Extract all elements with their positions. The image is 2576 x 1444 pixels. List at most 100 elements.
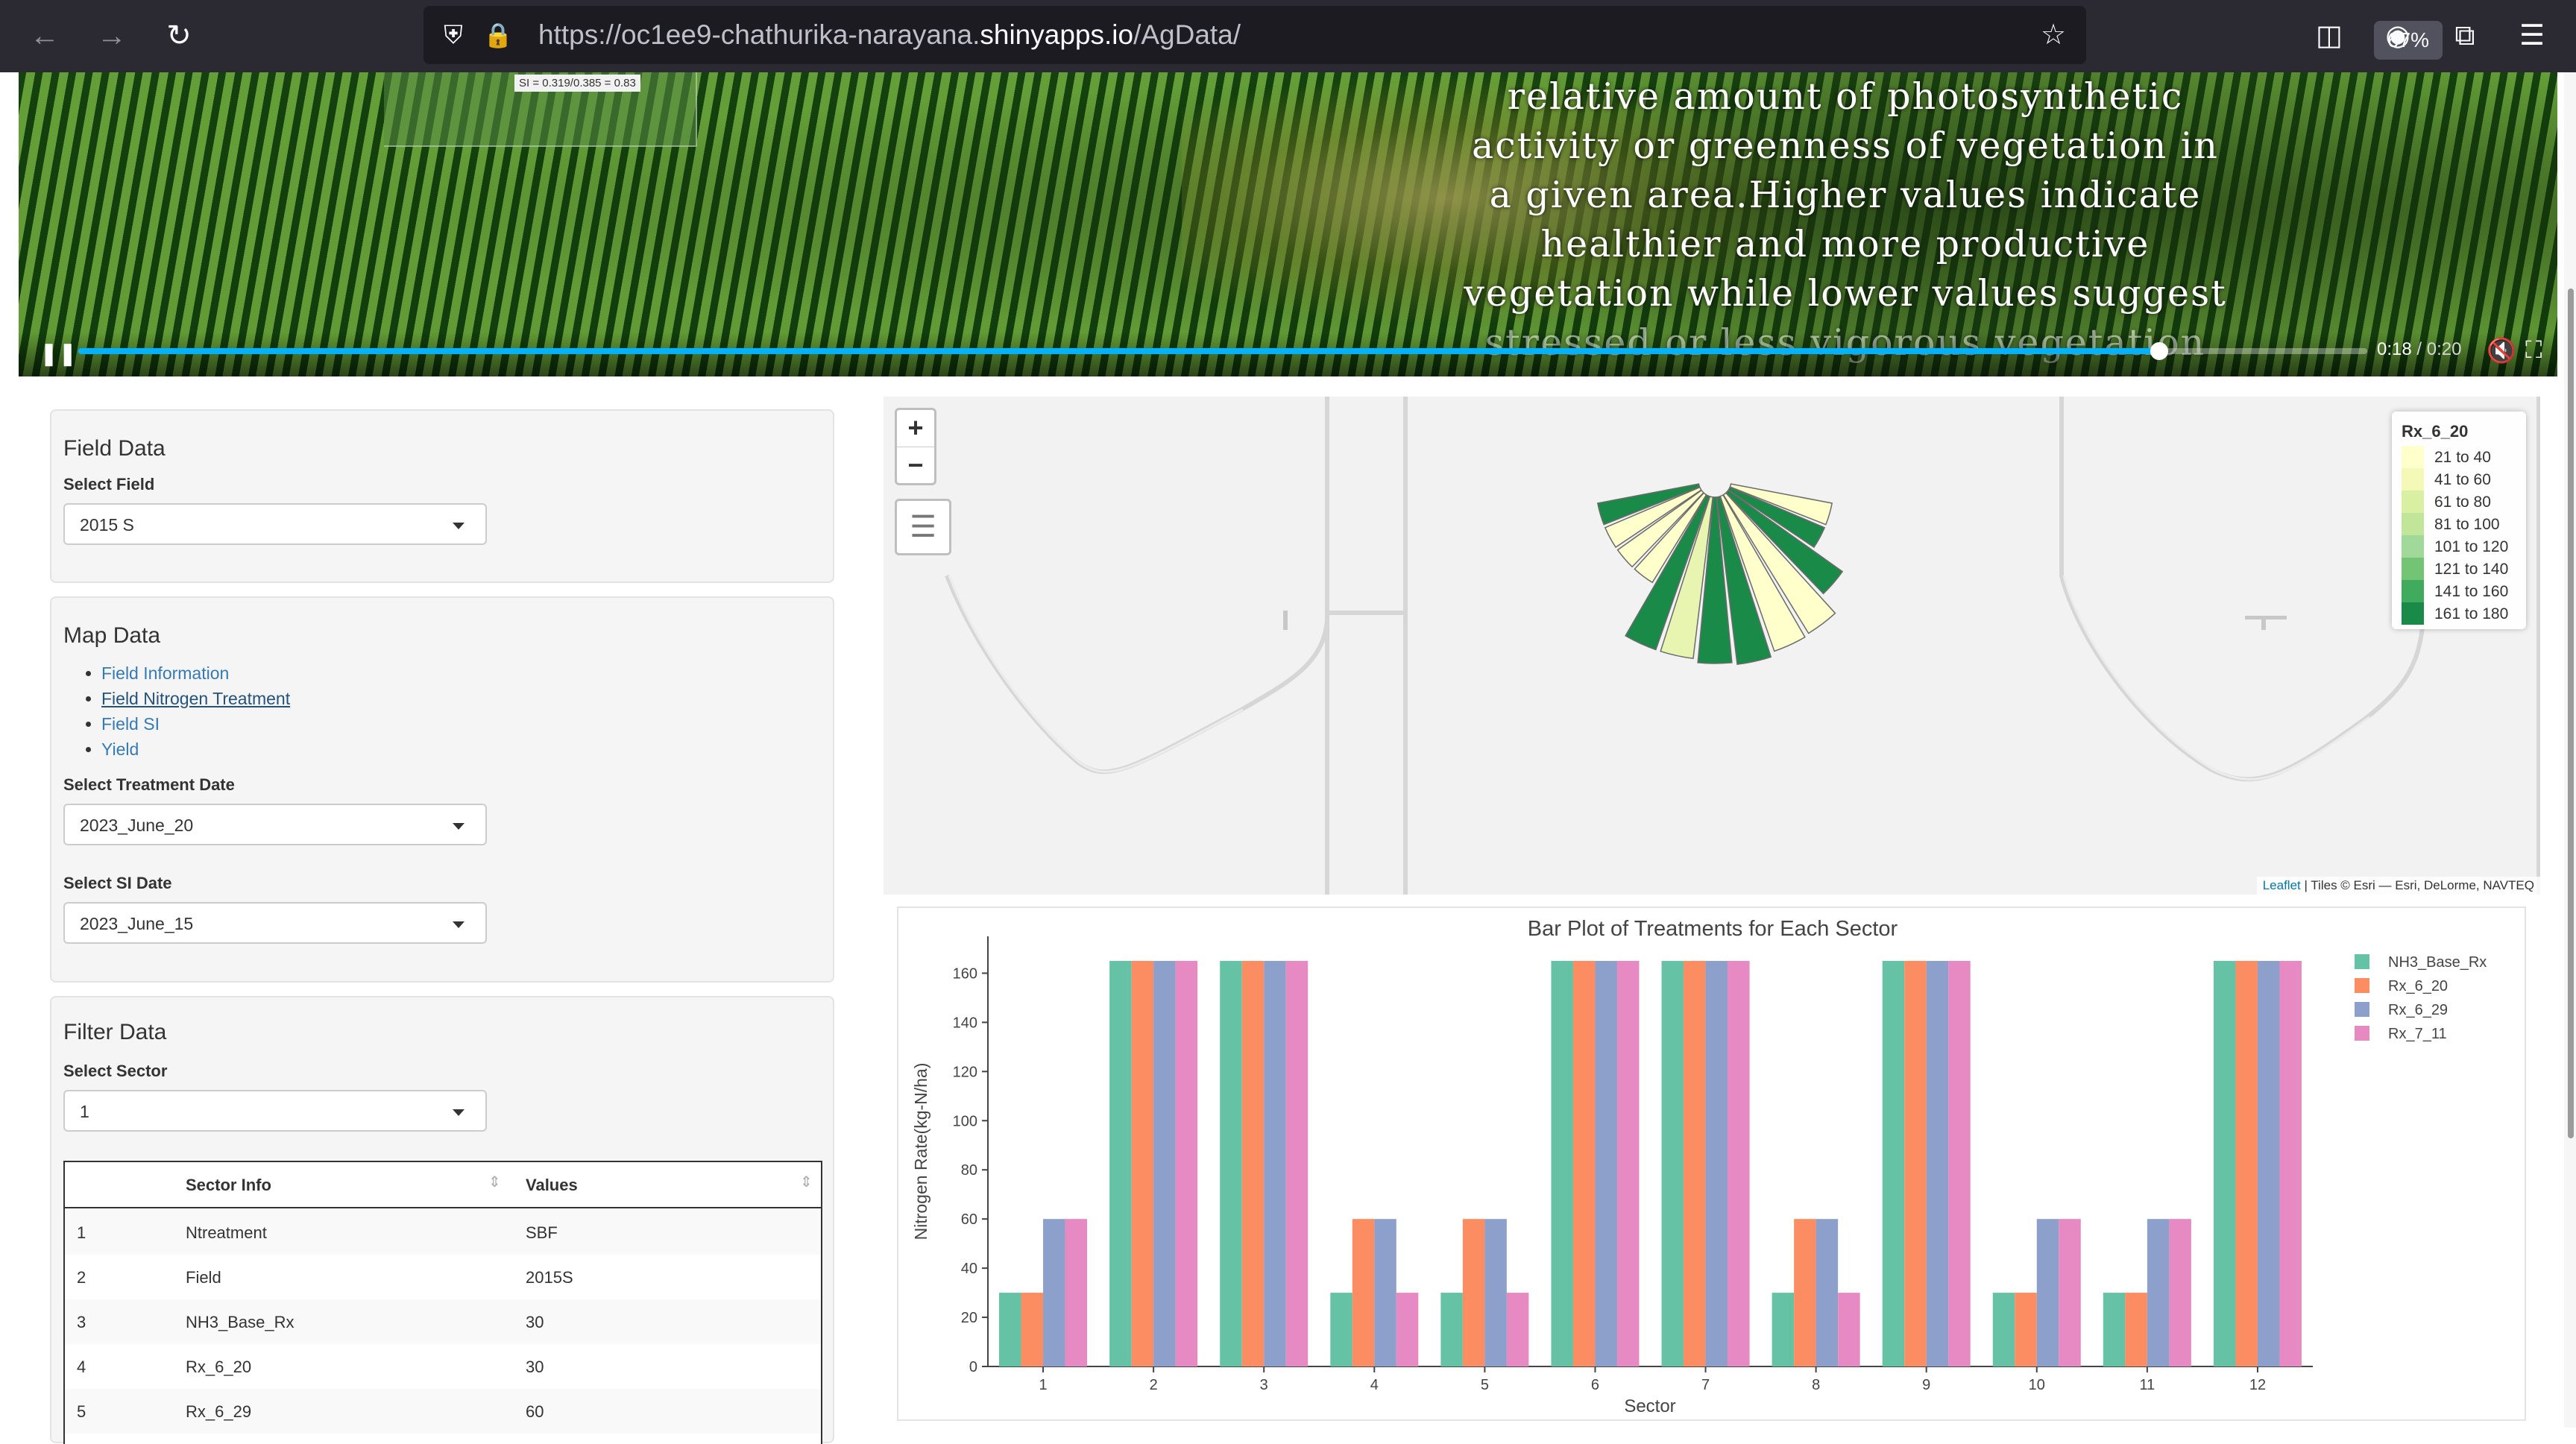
- leaflet-link[interactable]: Leaflet: [2263, 878, 2301, 892]
- bar[interactable]: [1484, 1219, 1507, 1366]
- bar[interactable]: [1572, 960, 1596, 1366]
- bar[interactable]: [1264, 960, 1286, 1366]
- bar[interactable]: [1131, 960, 1154, 1366]
- legend-swatch[interactable]: [2355, 1002, 2369, 1017]
- bar[interactable]: [2257, 960, 2280, 1366]
- legend-label: 121 to 140: [2434, 561, 2509, 578]
- bar[interactable]: [2103, 1293, 2126, 1366]
- bar[interactable]: [2213, 960, 2236, 1366]
- select-sector-dropdown[interactable]: 1: [63, 1090, 487, 1132]
- zoom-out-button[interactable]: −: [897, 447, 934, 483]
- bar[interactable]: [1705, 960, 1728, 1366]
- column-header-sector-info[interactable]: Sector Info: [186, 1176, 271, 1195]
- bar[interactable]: [2235, 960, 2258, 1366]
- bar[interactable]: [1794, 1219, 1816, 1366]
- legend-label[interactable]: Rx_6_29: [2388, 1002, 2448, 1018]
- bar[interactable]: [1926, 960, 1949, 1366]
- bar[interactable]: [2036, 1219, 2059, 1366]
- bar[interactable]: [1440, 1293, 1463, 1366]
- legend-swatch[interactable]: [2355, 954, 2369, 969]
- video-progress-fill: [78, 348, 2159, 354]
- bar[interactable]: [2059, 1219, 2081, 1366]
- bar[interactable]: [1551, 960, 1573, 1366]
- link-yield[interactable]: Yield: [101, 740, 139, 759]
- address-bar[interactable]: ⛨ 🔒 https://oc1ee9-chathurika-narayana.s…: [423, 6, 2443, 64]
- bar[interactable]: [1396, 1293, 1419, 1366]
- account-icon[interactable]: ◉: [2378, 16, 2417, 55]
- video-progress-bar[interactable]: [78, 342, 2367, 360]
- page-scrollbar[interactable]: [2564, 72, 2576, 1428]
- bar[interactable]: [2125, 1293, 2147, 1366]
- back-arrow-icon[interactable]: ←: [25, 16, 64, 55]
- menu-icon[interactable]: ☰: [2513, 16, 2551, 55]
- bar[interactable]: [1728, 960, 1750, 1366]
- bar[interactable]: [2279, 960, 2302, 1366]
- select-si-date-dropdown[interactable]: 2023_June_15: [63, 902, 487, 944]
- extensions-icon[interactable]: ⧉: [2446, 16, 2484, 55]
- link-field-information[interactable]: Field Information: [101, 663, 229, 683]
- field-map[interactable]: + − ☰ Rx_6_20 21 to 40 41 to 60 61 to 80…: [884, 397, 2540, 895]
- bar[interactable]: [1772, 1293, 1795, 1366]
- legend-label[interactable]: NH3_Base_Rx: [2388, 954, 2487, 971]
- select-field-dropdown[interactable]: 2015 S: [63, 503, 487, 545]
- bar[interactable]: [1021, 1293, 1044, 1366]
- video-progress-handle[interactable]: [2150, 342, 2168, 360]
- sort-icon[interactable]: ⇕: [800, 1173, 813, 1191]
- bar[interactable]: [1684, 960, 1706, 1366]
- row-sector-info: Rx_6_20: [186, 1358, 252, 1376]
- bar[interactable]: [1462, 1219, 1485, 1366]
- y-axis-label: Nitrogen Rate(kg-N/ha): [911, 1063, 930, 1240]
- bar[interactable]: [1043, 1219, 1065, 1366]
- mute-icon[interactable]: 🔇: [2487, 336, 2516, 365]
- bar[interactable]: [1661, 960, 1684, 1366]
- bookmark-star-icon[interactable]: ☆: [2034, 16, 2073, 54]
- url-text[interactable]: https://oc1ee9-chathurika-narayana.shiny…: [538, 19, 1241, 51]
- bar[interactable]: [1816, 1219, 1839, 1366]
- legend-swatch[interactable]: [2355, 978, 2369, 993]
- bar[interactable]: [1882, 960, 1905, 1366]
- bar[interactable]: [1285, 960, 1309, 1366]
- bar[interactable]: [1616, 960, 1640, 1366]
- zoom-in-button[interactable]: +: [897, 410, 934, 447]
- bar[interactable]: [1175, 960, 1198, 1366]
- bar[interactable]: [2147, 1219, 2170, 1366]
- intro-video[interactable]: SI = 0.319/0.385 = 0.83 relative amount …: [19, 72, 2557, 376]
- bar[interactable]: [1904, 960, 1927, 1366]
- x-tick-label: 5: [1481, 1377, 1489, 1393]
- legend-swatch[interactable]: [2355, 1026, 2369, 1041]
- bar[interactable]: [1374, 1219, 1396, 1366]
- bar[interactable]: [1948, 960, 1971, 1366]
- column-header-values[interactable]: Values: [526, 1176, 578, 1195]
- legend-label[interactable]: Rx_6_20: [2388, 978, 2448, 994]
- bar[interactable]: [1838, 1293, 1860, 1366]
- bar[interactable]: [2169, 1219, 2191, 1366]
- bar[interactable]: [1595, 960, 1617, 1366]
- bar[interactable]: [1506, 1293, 1529, 1366]
- bar[interactable]: [1241, 960, 1265, 1366]
- fullscreen-icon[interactable]: ⛶: [2525, 336, 2542, 365]
- forward-arrow-icon[interactable]: →: [92, 16, 131, 55]
- bar[interactable]: [1330, 1293, 1352, 1366]
- link-field-nitrogen-treatment[interactable]: Field Nitrogen Treatment: [101, 689, 290, 708]
- reload-icon[interactable]: ↻: [160, 16, 198, 55]
- bar[interactable]: [1065, 1219, 1088, 1366]
- link-field-si[interactable]: Field SI: [101, 714, 160, 734]
- layers-icon[interactable]: ☰: [895, 499, 951, 555]
- pause-icon[interactable]: ❚❚: [40, 341, 77, 367]
- select-treatment-date-dropdown[interactable]: 2023_June_20: [63, 804, 487, 845]
- lock-icon[interactable]: 🔒: [479, 16, 517, 54]
- bar[interactable]: [2015, 1293, 2037, 1366]
- sort-icon[interactable]: ⇕: [488, 1173, 501, 1191]
- bar[interactable]: [1220, 960, 1242, 1366]
- y-tick-label: 40: [961, 1261, 977, 1277]
- legend-label[interactable]: Rx_7_11: [2388, 1026, 2447, 1042]
- bar[interactable]: [1992, 1293, 2015, 1366]
- map-zoom-control: + −: [895, 408, 936, 485]
- page-scrollbar-thumb[interactable]: [2568, 289, 2574, 1138]
- shield-icon[interactable]: ⛨: [434, 16, 473, 54]
- pocket-icon[interactable]: ◫: [2310, 16, 2349, 55]
- bar[interactable]: [999, 1293, 1021, 1366]
- bar[interactable]: [1352, 1219, 1375, 1366]
- bar[interactable]: [1109, 960, 1132, 1366]
- bar[interactable]: [1153, 960, 1176, 1366]
